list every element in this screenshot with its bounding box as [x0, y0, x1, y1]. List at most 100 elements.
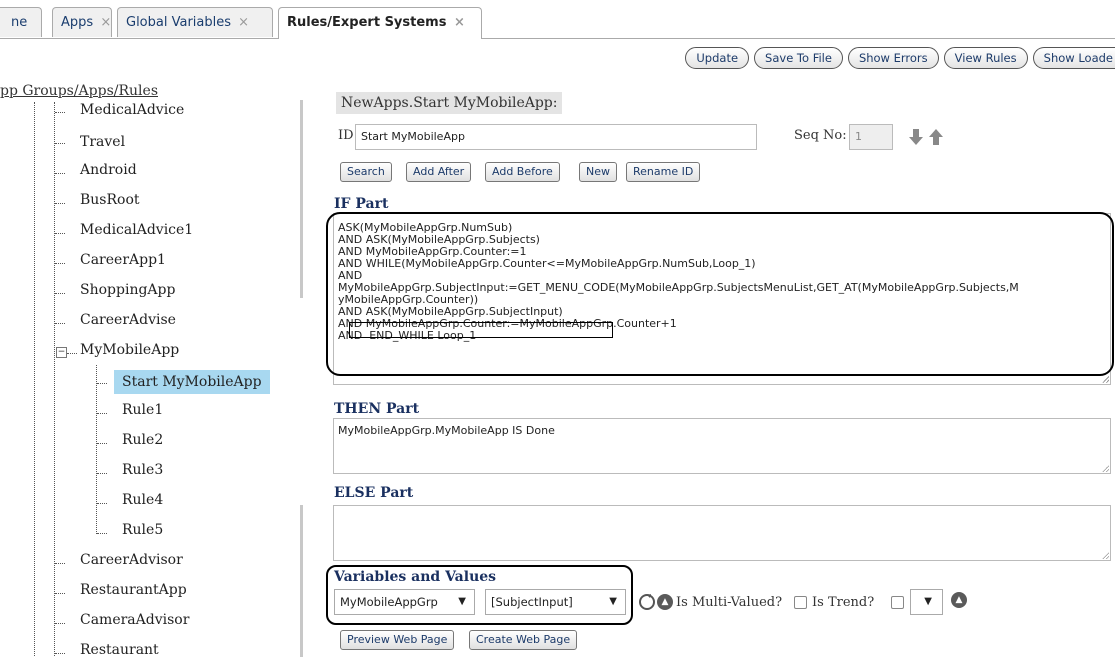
move-up-icon[interactable] [928, 128, 944, 146]
tree-connector [55, 323, 65, 324]
close-icon[interactable]: × [238, 15, 249, 30]
tree-item-mymobileapp[interactable]: MyMobileApp [80, 342, 179, 358]
seq-input[interactable]: 1 [849, 124, 893, 150]
search-button[interactable]: Search [340, 162, 392, 182]
splitter[interactable] [300, 505, 303, 657]
tree-connector [55, 623, 65, 624]
dropdown-arrow-icon: ▼ [924, 596, 932, 607]
then-part-textarea[interactable]: MyMobileAppGrp.MyMobileApp IS Done [333, 418, 1111, 474]
tab-global-variables[interactable]: Global Variables × [117, 7, 273, 37]
id-label: ID [338, 128, 354, 143]
else-part-textarea[interactable] [333, 505, 1111, 561]
tab-bar: ne Apps × Global Variables × Rules/Exper… [0, 0, 1115, 39]
tree-connector [97, 383, 107, 384]
tab-label: ne [11, 15, 28, 30]
rename-id-button[interactable]: Rename ID [626, 162, 701, 182]
close-icon[interactable]: × [100, 15, 111, 30]
tree-item[interactable]: CareerApp1 [80, 252, 166, 268]
multi-valued-checkbox[interactable] [794, 596, 807, 609]
save-to-file-button[interactable]: Save To File [754, 47, 843, 69]
close-icon[interactable]: × [454, 15, 465, 30]
show-errors-button[interactable]: Show Errors [847, 47, 939, 69]
tab-label: Apps [61, 15, 94, 30]
tree-child[interactable]: Rule2 [122, 432, 163, 448]
tab-label: Global Variables [126, 15, 232, 30]
tree-connector [55, 293, 65, 294]
trend-select[interactable]: ▼ [910, 589, 943, 615]
resize-grip[interactable] [1102, 552, 1109, 559]
tree-child[interactable]: Rule1 [122, 402, 163, 418]
tab-home[interactable]: ne [0, 7, 42, 37]
tree-item[interactable]: Travel [80, 134, 125, 150]
id-input[interactable]: Start MyMobileApp [355, 124, 757, 150]
toolbar: Update Save To File Show Errors View Rules S… [685, 47, 1115, 71]
tree-item[interactable]: Android [80, 162, 137, 178]
then-part-label: THEN Part [334, 401, 420, 417]
tree-connector [55, 233, 65, 234]
tree-connector [55, 143, 65, 144]
then-line: MyMobileAppGrp.MyMobileApp IS Done [338, 424, 555, 437]
trend-checkbox[interactable] [891, 596, 904, 609]
tree-line [96, 365, 97, 534]
tree-item[interactable]: Restaurant [80, 642, 159, 657]
tree-item[interactable]: CareerAdvise [80, 312, 176, 328]
rule-editor: NewApps.Start MyMobileApp: ID Start MyMo… [318, 80, 1115, 657]
tree-item[interactable]: BusRoot [80, 192, 140, 208]
tree-child-selected[interactable]: Start MyMobileApp [114, 370, 270, 394]
tab-rules-expert-systems[interactable]: Rules/Expert Systems × [278, 7, 482, 39]
callout-outline [326, 212, 1114, 376]
seq-label: Seq No: [794, 128, 847, 143]
refresh-icon[interactable] [638, 593, 656, 611]
tree-item[interactable]: MedicalAdvice1 [80, 222, 193, 238]
tree-root[interactable]: pp Groups/Apps/Rules [0, 83, 158, 99]
else-part-label: ELSE Part [334, 485, 414, 501]
view-rules-button[interactable]: View Rules [943, 47, 1028, 69]
splitter[interactable] [300, 100, 303, 298]
tree-connector [55, 563, 65, 564]
tree-item[interactable]: RestaurantApp [80, 582, 187, 598]
tree-connector [55, 112, 65, 113]
tree-connector [97, 473, 107, 474]
callout-outline [349, 322, 613, 338]
new-button[interactable]: New [579, 162, 617, 182]
if-part-label: IF Part [334, 196, 389, 212]
tree-connector [97, 533, 107, 534]
tree-item[interactable]: MedicalAdvice [80, 102, 184, 118]
add-after-button[interactable]: Add After [406, 162, 472, 182]
tab-apps[interactable]: Apps × [52, 7, 112, 37]
show-loaded-button[interactable]: Show Loade [1032, 47, 1115, 69]
tree-child[interactable]: Rule4 [122, 492, 163, 508]
tree-line [54, 102, 55, 657]
expand-up-icon[interactable]: ▲ [657, 594, 673, 610]
create-web-page-button[interactable]: Create Web Page [469, 630, 578, 650]
callout-outline [326, 565, 633, 625]
tree-item[interactable]: CameraAdvisor [80, 612, 189, 628]
tab-label: Rules/Expert Systems [287, 15, 447, 30]
preview-web-page-button[interactable]: Preview Web Page [340, 630, 455, 650]
tree-connector [97, 443, 107, 444]
resize-grip[interactable] [1102, 465, 1109, 472]
tree-connector [67, 353, 77, 354]
tree-connector [55, 653, 65, 654]
tree-connector [55, 593, 65, 594]
expand-up-icon[interactable]: ▲ [951, 592, 967, 608]
tree-connector [55, 263, 65, 264]
tree-child[interactable]: Rule3 [122, 462, 163, 478]
collapse-icon[interactable]: − [56, 347, 67, 358]
resize-grip[interactable] [1102, 376, 1109, 383]
tree-line [34, 102, 35, 657]
tree-connector [97, 413, 107, 414]
tree-connector [55, 203, 65, 204]
rule-header: NewApps.Start MyMobileApp: [336, 92, 563, 114]
tree-item[interactable]: CareerAdvisor [80, 552, 183, 568]
tree-child[interactable]: Rule5 [122, 522, 163, 538]
rule-tree: pp Groups/Apps/Rules MedicalAdvice Trave… [0, 80, 290, 657]
update-button[interactable]: Update [685, 47, 750, 69]
add-before-button[interactable]: Add Before [485, 162, 560, 182]
trend-label: Is Trend? [812, 595, 875, 610]
move-down-icon[interactable] [908, 128, 924, 146]
tree-item[interactable]: ShoppingApp [80, 282, 175, 298]
tree-connector [55, 173, 65, 174]
tree-connector [97, 503, 107, 504]
multi-valued-label: Is Multi-Valued? [676, 595, 783, 610]
